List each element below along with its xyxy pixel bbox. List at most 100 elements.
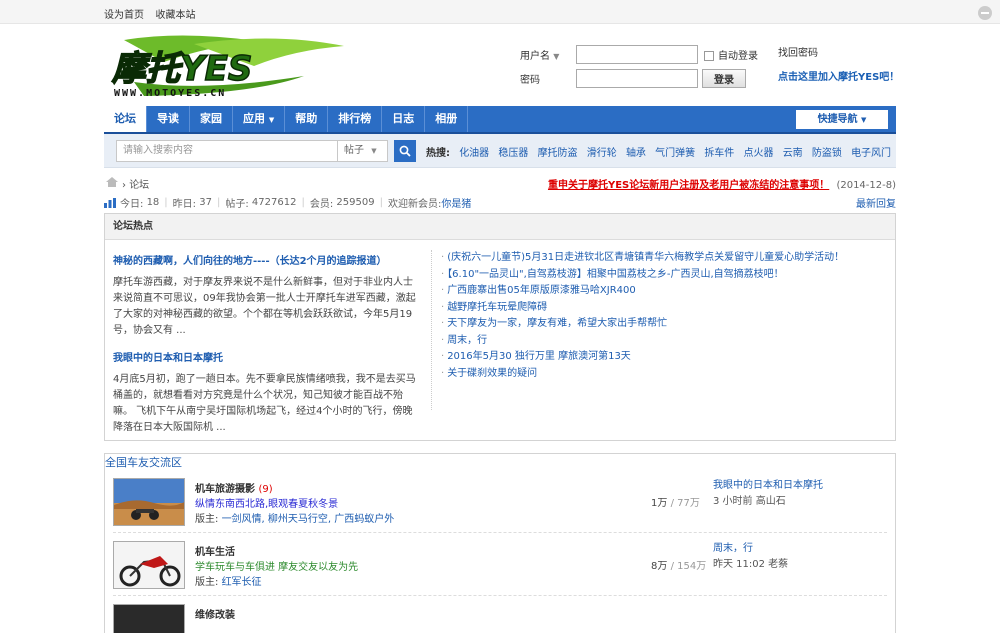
hot-term[interactable]: 滑行轮 [587,148,617,159]
moderator-links[interactable]: 一剑风情, 柳州天马行空, 广西蚂蚁户外 [222,514,395,525]
logo-image: 摩托YES WWW.MOTOYES.CN [110,35,344,99]
list-item[interactable]: · (庆祝六一儿童节)5月31日走进钦北区青塘镇青华六梅教学点关爱留守儿童爱心助学… [441,248,881,265]
hot-topic-list: · (庆祝六一儿童节)5月31日走进钦北区青塘镇青华六梅教学点关爱留守儿童爱心助学… [441,248,881,380]
hot-term[interactable]: 化油器 [459,148,489,159]
nav-item-forum[interactable]: 论坛 [104,106,147,132]
notice-date: (2014-12-8) [836,180,896,191]
list-item[interactable]: · 广西鹿寨出售05年原版原漆雅马哈XJR400 [441,281,881,298]
forum-last-post: 周末，行 昨天 11:02 老蔡 [713,541,788,573]
last-post-meta: 昨天 11:02 老蔡 [713,559,789,570]
forum-row: 维修改装 [113,596,887,633]
posts-count: 4727612 [251,197,297,208]
collapse-icon[interactable] [978,6,992,20]
forum-name[interactable]: 机车旅游摄影 (9) [195,480,273,495]
hot-search-label: 热搜: [426,148,450,159]
hot-term[interactable]: 气门弹簧 [655,148,695,159]
caret-down-icon: ▼ [371,147,377,155]
list-item[interactable]: · 天下摩友为一家，摩友有难，希望大家出手帮帮忙 [441,314,881,331]
category-title[interactable]: 全国车友交流区 [105,456,182,469]
forum-new-count: (9) [258,484,273,495]
latest-replies-link[interactable]: 最新回复 [856,195,896,210]
svg-text:WWW.MOTOYES.CN: WWW.MOTOYES.CN [114,88,226,99]
register-link[interactable]: 点击这里加入摩托YES吧！ [778,70,908,94]
nav-item-guide[interactable]: 导读 [147,106,190,132]
forum-counts: 8万 / 154万 [651,561,707,572]
list-item[interactable]: · 2016年5月30 独行万里 摩旅澳河第13天 [441,347,881,364]
search-type-select[interactable]: 帖子 ▼ [338,140,388,162]
forgot-password-link[interactable]: 找回密码 [778,46,908,70]
category-header: 全国车友交流区 [105,6,992,470]
password-input[interactable] [576,68,698,88]
forum-thumbnail[interactable] [113,541,185,589]
hot-article-summary: 4月底5月初，跑了一趟日本。先不要拿民族情绪喷我，我不是去买马桶盖的，就想看看对… [113,374,416,433]
forum-category-box: 全国车友交流区 机车旅游摄影 (9) 纵情东南西北路,眼观春夏秋冬景 版主: 一… [104,6,992,633]
login-button[interactable]: 登录 [702,68,746,88]
auto-login-checkbox[interactable]: 自动登录 [704,47,758,62]
forum-hot-title: 论坛热点 [105,214,895,240]
checkbox-icon[interactable] [704,50,714,61]
members-count: 259509 [336,197,375,208]
list-item[interactable]: · 关于碟刹效果的疑问 [441,364,881,381]
last-post-title[interactable]: 周末，行 [713,541,788,557]
last-post-meta: 3 小时前 高山石 [713,496,786,507]
bookmark-link[interactable]: 收藏本站 [156,10,196,21]
search-input[interactable]: 请输入搜索内容 [116,140,338,162]
last-post-title[interactable]: 我眼中的日本和日本摩托 [713,478,823,494]
forum-description: 纵情东南西北路,眼观春夏秋冬景 [195,499,339,510]
forum-moderators: 版主: 红军长征 [195,577,262,588]
hot-article-title[interactable]: 神秘的西藏啊，人们向往的地方----（长达2个月的追踪报道） [113,254,419,270]
nav-item-album[interactable]: 相册 [425,106,469,132]
list-item[interactable]: · 【6.10"一品灵山",自驾荔枝游】相聚中国荔枝之乡-广西灵山,自驾摘荔枝吧！ [441,265,881,282]
username-input[interactable] [576,44,698,64]
forum-last-post: 我眼中的日本和日本摩托 3 小时前 高山石 [713,478,823,510]
forum-counts: 1万 / 77万 [651,498,700,509]
login-form: 用户名 ▼ 自动登录 密码 登录 找回密码 点击这里加入摩托YES吧！ [520,42,899,90]
search-button[interactable] [394,140,416,162]
nav-item-home[interactable]: 家园 [190,106,233,132]
hot-term[interactable]: 防盗锁 [812,148,842,159]
hot-search: 热搜: 化油器 稳压器 摩托防盗 滑行轮 轴承 气门弹簧 拆车件 点火器 云南 … [426,144,891,159]
stats-chart-icon [104,197,116,208]
moderator-links[interactable]: 红军长征 [222,577,262,588]
chevron-down-icon[interactable]: ▼ [553,52,559,61]
forum-moderators: 版主: 一剑风情, 柳州天马行空, 广西蚂蚁户外 [195,514,395,525]
forum-description: 学车玩车与车俱进 摩友交友以友为先 [195,562,359,573]
header: 摩托YES WWW.MOTOYES.CN 用户名 ▼ 自动登录 密码 登录 找回… [104,24,899,106]
username-label: 用户名 ▼ [520,50,560,62]
notice: 重申关于摩托YES论坛新用户注册及老用户被冻结的注意事项！ (2014-12-8… [548,176,896,191]
quick-nav-button[interactable]: 快捷导航 ▼ [796,110,888,129]
forum-thumbnail[interactable] [113,478,185,526]
hot-article-summary: 摩托车游西藏，对于摩友界来说不是什么新鲜事，但对于非业内人士来说简直不可思议，0… [113,277,416,336]
hot-term[interactable]: 摩托防盗 [538,148,578,159]
list-item[interactable]: · 越野摩托车玩晕爬障碍 [441,298,881,315]
nav-item-apps[interactable]: 应用 ▼ [233,106,286,132]
set-home-link[interactable]: 设为首页 [104,10,144,21]
forum-thumbnail[interactable] [113,604,185,633]
nav-item-ranking[interactable]: 排行榜 [328,106,383,132]
nav-item-blog[interactable]: 日志 [382,106,426,132]
hot-article-title[interactable]: 我眼中的日本和日本摩托 [113,351,419,367]
caret-down-icon: ▼ [861,116,867,124]
hot-term[interactable]: 电子风门 [851,148,891,159]
list-item[interactable]: · 周末，行 [441,331,881,348]
new-member-link[interactable]: 你是猪 [441,195,471,210]
hot-term[interactable]: 点火器 [744,148,774,159]
forum-name[interactable]: 维修改装 [195,606,235,621]
nav-item-help[interactable]: 帮助 [285,106,329,132]
site-logo[interactable]: 摩托YES WWW.MOTOYES.CN [104,32,348,102]
hot-term[interactable]: 云南 [783,148,803,159]
caret-down-icon: ▼ [268,116,275,124]
repair-image [114,605,184,633]
hot-term[interactable]: 轴承 [626,148,646,159]
forum-name[interactable]: 机车生活 [195,543,235,558]
main-nav: 论坛 导读 家园 应用 ▼ 帮助 排行榜 日志 相册 快捷导航 ▼ [104,106,896,134]
home-icon[interactable] [106,177,118,187]
forum-row: 机车旅游摄影 (9) 纵情东南西北路,眼观春夏秋冬景 版主: 一剑风情, 柳州天… [113,470,887,533]
notice-link[interactable]: 重申关于摩托YES论坛新用户注册及老用户被冻结的注意事项！ [548,180,829,191]
motorcycle-image [114,542,184,588]
today-label: 今日: [120,199,144,210]
hot-term[interactable]: 拆车件 [704,148,734,159]
breadcrumb-current[interactable]: 论坛 [129,180,149,191]
divider [431,250,432,410]
hot-term[interactable]: 稳压器 [498,148,528,159]
